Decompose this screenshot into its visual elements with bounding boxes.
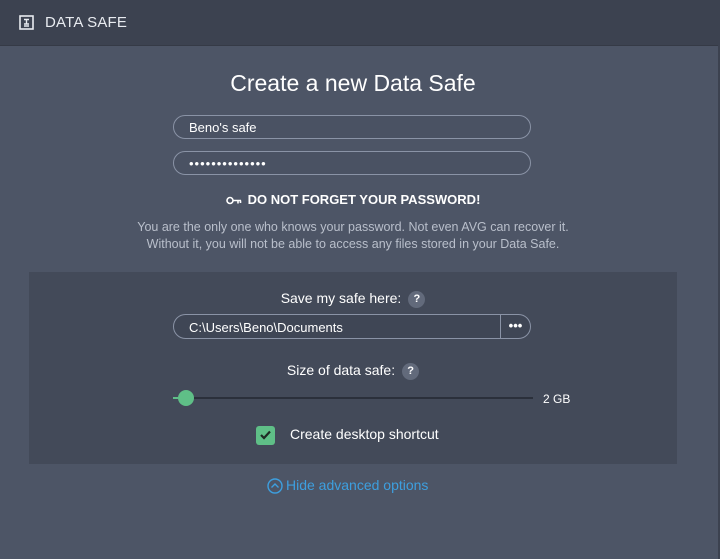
size-label: Size of data safe: bbox=[286, 362, 396, 378]
info-line-1: You are the only one who knows your pass… bbox=[137, 220, 569, 234]
page-title: Create a new Data Safe bbox=[230, 70, 476, 96]
size-label-row: Size of data safe:? bbox=[0, 362, 706, 380]
desktop-shortcut-label: Create desktop shortcut bbox=[290, 426, 439, 442]
data-safe-icon bbox=[19, 15, 34, 30]
advanced-options-panel: Save my safe here:? C:\Users\Beno\Docume… bbox=[29, 272, 677, 464]
size-slider-thumb[interactable] bbox=[178, 390, 195, 406]
info-line-2: Without it, you will not be able to acce… bbox=[146, 237, 560, 251]
location-field[interactable]: C:\Users\Beno\Documents ••• bbox=[173, 314, 531, 339]
password-input[interactable] bbox=[173, 151, 531, 175]
app-title: DATA SAFE bbox=[45, 14, 128, 31]
safe-name-input[interactable] bbox=[173, 115, 531, 139]
password-info: You are the only one who knows your pass… bbox=[0, 219, 706, 253]
password-warning: DO NOT FORGET YOUR PASSWORD! bbox=[0, 192, 706, 208]
location-label-row: Save my safe here:? bbox=[0, 290, 706, 308]
key-icon bbox=[225, 193, 242, 208]
size-slider-track[interactable] bbox=[173, 397, 533, 399]
checkbox-checked-icon[interactable] bbox=[256, 426, 275, 445]
titlebar: DATA SAFE bbox=[0, 0, 720, 46]
size-help-icon[interactable]: ? bbox=[402, 362, 420, 380]
browse-button[interactable]: ••• bbox=[500, 315, 530, 338]
hide-advanced-options-label: Hide advanced options bbox=[286, 477, 429, 493]
size-value: 2 GB bbox=[543, 392, 571, 406]
location-help-icon[interactable]: ? bbox=[408, 290, 426, 308]
location-value: C:\Users\Beno\Documents bbox=[189, 320, 343, 335]
warning-title: DO NOT FORGET YOUR PASSWORD! bbox=[247, 192, 481, 207]
chevron-up-circle-icon bbox=[267, 478, 283, 497]
location-label: Save my safe here: bbox=[280, 290, 402, 306]
